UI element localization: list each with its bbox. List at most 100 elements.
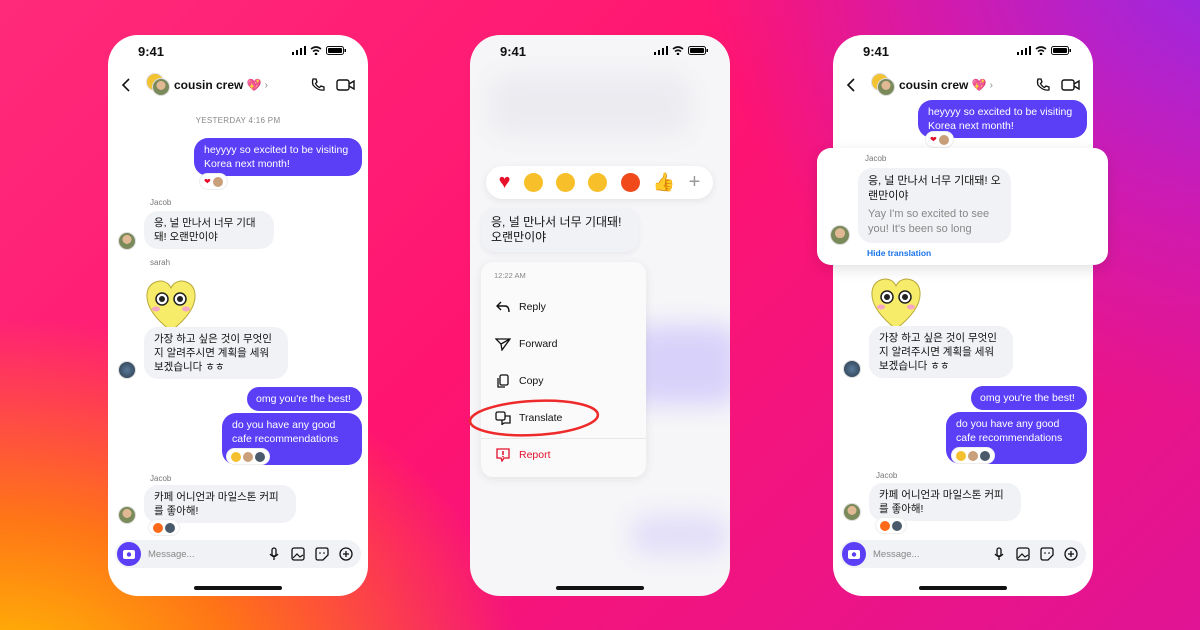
translation-card: Jacob 응, 널 만나서 너무 기대돼! 오랜만이야 Yay I'm so … (817, 148, 1108, 265)
avatar (968, 450, 978, 461)
avatar[interactable] (843, 503, 861, 521)
plus-icon[interactable]: + (689, 171, 701, 194)
home-indicator (194, 586, 282, 590)
phone-translated: 9:41 cousin crew 💖 › heyyyy so excited t… (833, 35, 1093, 596)
message-outgoing[interactable]: omg you're the best! (971, 386, 1087, 410)
translated-message[interactable]: 응, 널 만나서 너무 기대돼! 오랜만이야 Yay I'm so excite… (858, 168, 1011, 243)
gallery-icon[interactable] (1016, 547, 1030, 561)
reaction-bar: ♥ 👍 + (486, 166, 713, 199)
phone-context-menu: 9:41 ♥ 👍 + 응, 널 만나서 너무 기대돼! 오랜만이야 12:22 … (470, 35, 730, 596)
group-avatar[interactable] (146, 73, 170, 96)
menu-item-report[interactable]: Report (495, 448, 551, 462)
video-call-icon[interactable] (336, 77, 356, 93)
astonished-reaction-icon[interactable] (556, 173, 576, 192)
wifi-icon (310, 46, 322, 55)
grinning-reaction-icon[interactable] (523, 173, 543, 192)
message-incoming[interactable]: 카페 어니언과 마일스톤 커피를 좋아해! (144, 485, 296, 523)
message-incoming[interactable]: 가장 하고 싶은 것이 무엇인지 알려주시면 계획을 세워보겠습니다 ㅎㅎ (144, 327, 288, 379)
signal-icon (654, 46, 668, 55)
video-call-icon[interactable] (1061, 77, 1081, 93)
message-incoming[interactable]: 응, 널 만나서 너무 기대돼! 오랜만이야 (144, 211, 274, 249)
sender-name: Jacob (876, 471, 898, 480)
chevron-right-icon: › (264, 79, 268, 91)
sender-name: Jacob (150, 474, 172, 483)
status-time: 9:41 (863, 44, 890, 59)
status-time: 9:41 (500, 44, 527, 59)
microphone-icon[interactable] (267, 547, 281, 561)
gallery-icon[interactable] (291, 547, 305, 561)
battery-icon (688, 46, 708, 55)
avatar (165, 522, 175, 533)
copy-icon (497, 374, 509, 388)
sender-name: Jacob (150, 198, 172, 207)
menu-item-copy[interactable]: Copy (495, 374, 544, 388)
battery-icon (1051, 46, 1071, 55)
thumbs-up-reaction-icon[interactable]: 👍 (653, 172, 675, 193)
heart-reaction-icon[interactable]: ♥ (499, 171, 511, 194)
back-chevron-icon[interactable] (120, 77, 132, 93)
translation-text: Yay I'm so excited to see you! It's been… (868, 208, 990, 235)
avatar (892, 520, 902, 531)
avatar[interactable] (118, 232, 136, 250)
thumbs-up-icon (231, 451, 241, 462)
status-time: 9:41 (138, 44, 165, 59)
menu-item-reply[interactable]: Reply (495, 300, 546, 314)
reactions[interactable] (226, 448, 270, 465)
reactions[interactable] (951, 447, 995, 464)
avatar[interactable] (843, 360, 861, 378)
selected-message: 응, 널 만나서 너무 기대돼! 오랜만이야 (481, 208, 639, 252)
avatar[interactable] (118, 361, 136, 379)
message-outgoing[interactable]: omg you're the best! (247, 387, 362, 411)
avatar[interactable] (118, 506, 136, 524)
status-icons (654, 46, 708, 55)
reply-icon (496, 301, 510, 313)
report-icon (496, 448, 510, 462)
microphone-icon[interactable] (992, 547, 1006, 561)
reactions[interactable] (875, 517, 907, 534)
chat-title[interactable]: cousin crew 💖 (174, 78, 262, 92)
chat-timestamp: YESTERDAY 4:16 PM (195, 116, 281, 125)
sticker-icon[interactable] (1040, 547, 1054, 561)
sender-name: sarah (150, 258, 171, 267)
camera-icon (123, 550, 135, 559)
status-icons (292, 46, 346, 55)
phone-call-icon[interactable] (310, 77, 326, 93)
camera-button[interactable] (842, 542, 866, 566)
heart-sticker[interactable] (145, 277, 197, 333)
avatar[interactable] (830, 225, 850, 245)
fire-icon (880, 520, 890, 531)
thumbs-up-icon (956, 450, 966, 461)
message-composer[interactable]: Message... (840, 540, 1086, 568)
hide-translation-link[interactable]: Hide translation (867, 248, 931, 258)
menu-item-forward[interactable]: Forward (495, 337, 558, 351)
phone-chat: 9:41 cousin crew 💖 › YESTERDAY 4:16 PM h… (108, 35, 368, 596)
status-icons (1017, 46, 1071, 55)
add-icon[interactable] (339, 547, 353, 561)
reactions[interactable] (148, 519, 180, 536)
highlight-circle (468, 399, 600, 437)
reactions[interactable]: ❤ (199, 173, 228, 190)
fire-icon (153, 522, 163, 533)
message-input[interactable]: Message... (148, 549, 267, 560)
back-chevron-icon[interactable] (845, 77, 857, 93)
message-input[interactable]: Message... (873, 549, 992, 560)
message-time: 12:22 AM (494, 271, 526, 280)
reactions[interactable]: ❤ (925, 131, 954, 148)
phone-call-icon[interactable] (1035, 77, 1051, 93)
chat-title[interactable]: cousin crew 💖 (899, 78, 987, 92)
heart-sticker[interactable] (870, 275, 922, 331)
avatar (938, 134, 949, 145)
sticker-icon[interactable] (315, 547, 329, 561)
signal-icon (292, 46, 306, 55)
message-outgoing[interactable]: heyyyy so excited to be visiting Korea n… (194, 138, 362, 176)
crying-reaction-icon[interactable] (588, 173, 608, 192)
message-incoming[interactable]: 카페 어니언과 마일스톤 커피를 좋아해! (869, 483, 1021, 521)
camera-button[interactable] (117, 542, 141, 566)
avatar (255, 451, 265, 462)
group-avatar[interactable] (871, 73, 895, 96)
message-composer[interactable]: Message... (115, 540, 361, 568)
sender-name: Jacob (865, 154, 887, 163)
add-icon[interactable] (1064, 547, 1078, 561)
message-incoming[interactable]: 가장 하고 싶은 것이 무엇인지 알려주시면 계획을 세워보겠습니다 ㅎㅎ (869, 326, 1013, 378)
angry-reaction-icon[interactable] (620, 173, 640, 192)
